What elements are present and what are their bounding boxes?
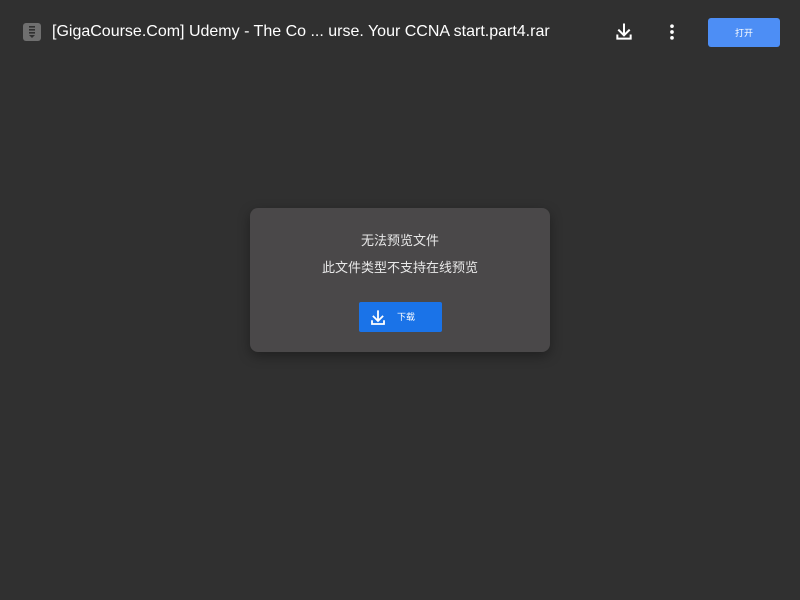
download-icon — [371, 310, 385, 325]
more-options-button[interactable] — [656, 16, 688, 48]
no-preview-title: 无法预览文件 — [360, 233, 439, 248]
more-vert-icon — [670, 24, 674, 40]
download-icon — [616, 23, 632, 40]
archive-file-icon — [23, 23, 41, 41]
dialog-download-label: 下载 — [397, 312, 416, 322]
no-preview-dialog: 无法预览文件 此文件类型不支持在线预览 下载 — [250, 208, 550, 352]
no-preview-message: 此文件类型不支持在线预览 — [321, 260, 478, 275]
open-button[interactable]: 打开 — [708, 18, 780, 47]
dialog-download-button[interactable]: 下载 — [359, 302, 442, 332]
file-title: [GigaCourse.Com] Udemy - The Co ... urse… — [52, 23, 550, 40]
download-button[interactable] — [608, 16, 640, 48]
viewer-toolbar: [GigaCourse.Com] Udemy - The Co ... urse… — [0, 0, 800, 64]
